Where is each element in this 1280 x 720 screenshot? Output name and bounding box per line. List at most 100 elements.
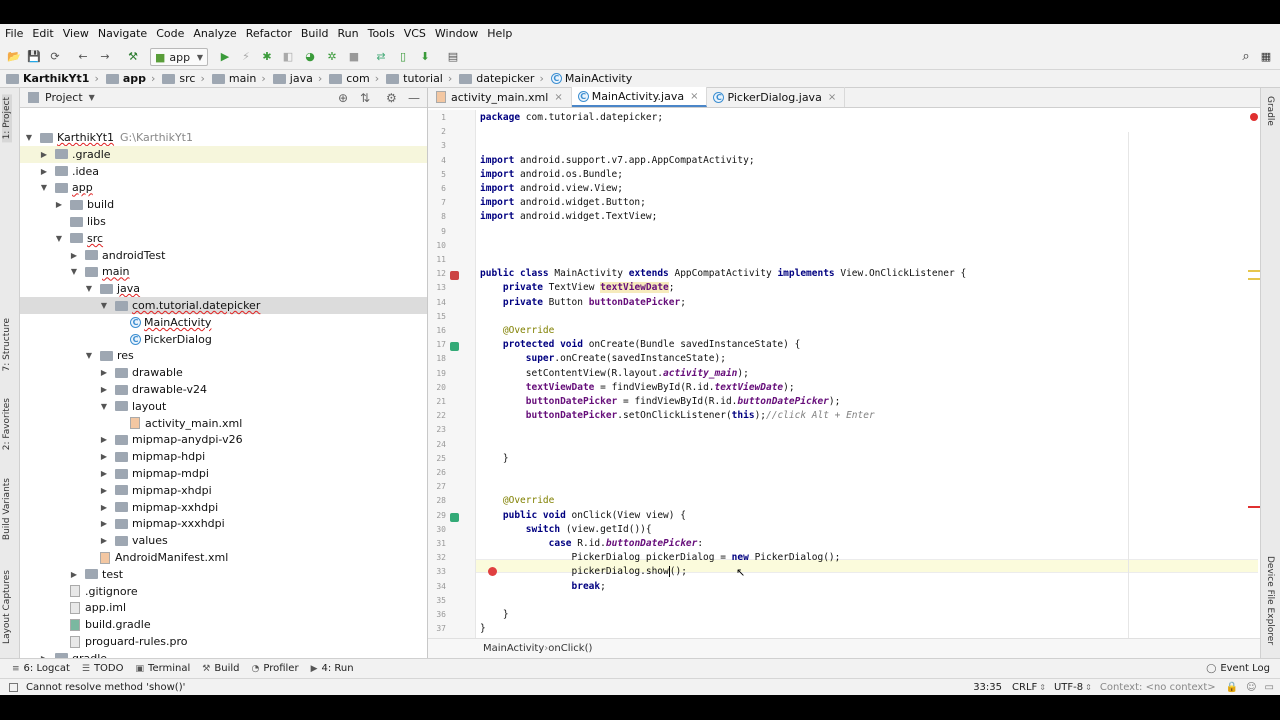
breadcrumb-item-mainactivity[interactable]: C MainActivity [550,72,636,85]
lock-icon[interactable]: 🔒 [1226,682,1238,693]
tree-item[interactable]: ▶ drawable-v24 [20,381,427,398]
code-area[interactable]: package com.tutorial.datepicker; import a… [476,110,1258,638]
menu-item-run[interactable]: Run [333,24,363,44]
menu-item-analyze[interactable]: Analyze [188,24,240,44]
chevron-down-icon[interactable]: ▼ [39,183,49,192]
breadcrumb-item-tutorial[interactable]: tutorial › [386,72,459,85]
breadcrumb-item-datepicker[interactable]: datepicker › [459,72,551,85]
tree-item[interactable]: .gitignore [20,583,427,600]
event-log-button[interactable]: ◯ Event Log [1206,663,1270,674]
tab-activity-main-xml[interactable]: activity_main.xml × [430,87,572,107]
menu-item-code[interactable]: Code [151,24,188,44]
breadcrumb-item-app[interactable]: app › [105,72,163,85]
gear-icon[interactable]: ⚙ [386,91,397,105]
tree-item[interactable]: build.gradle [20,616,427,633]
chevron-right-icon[interactable]: ▶ [69,570,79,579]
open-folder-icon[interactable]: 📂 [6,49,22,65]
avd-manager-icon[interactable]: ▯ [395,49,411,65]
tree-item[interactable]: ▶ mipmap-xhdpi [20,482,427,499]
override-marker-icon[interactable] [450,512,459,522]
run-config-select[interactable]: ■ app ▼ [150,48,208,66]
menu-item-vcs[interactable]: VCS [399,24,430,44]
file-encoding[interactable]: UTF-8 [1054,682,1083,693]
sdk-manager-icon[interactable]: ⬇ [417,49,433,65]
chevron-right-icon[interactable]: ▶ [99,536,109,545]
inspector-icon[interactable]: ☺ [1246,682,1256,693]
tree-item[interactable]: ▶ .idea [20,163,427,180]
tree-item[interactable]: ▼ app [20,179,427,196]
tool-tab-profiler[interactable]: ◔ Profiler [251,663,298,674]
tree-item[interactable]: ▶ values [20,532,427,549]
chevron-down-icon[interactable]: ▼ [84,351,94,360]
warning-stripe[interactable] [1248,270,1260,272]
tree-item[interactable]: ▶ mipmap-xxhdpi [20,499,427,516]
chevron-right-icon[interactable]: ▶ [54,200,64,209]
menu-item-window[interactable]: Window [430,24,482,44]
save-icon[interactable]: 💾 [26,49,42,65]
chevron-right-icon[interactable]: ▶ [99,503,109,512]
chevron-right-icon[interactable]: ▶ [99,452,109,461]
tool-tab-4-run[interactable]: ▶ 4: Run [311,663,354,674]
tab-pickerdialog-java[interactable]: C PickerDialog.java × [707,87,846,107]
chevron-down-icon[interactable]: ▼ [99,301,109,310]
close-icon[interactable]: × [828,92,836,103]
tab-build-variants[interactable]: Build Variants [2,478,12,540]
close-icon[interactable]: × [554,92,562,103]
tree-item[interactable]: libs [20,213,427,230]
make-project-icon[interactable]: ⚒ [125,49,141,65]
chevron-right-icon[interactable]: ▶ [69,251,79,260]
menu-item-tools[interactable]: Tools [363,24,399,44]
menu-item-help[interactable]: Help [482,24,516,44]
menu-item-edit[interactable]: Edit [27,24,57,44]
tree-item[interactable]: ▶ .gradle [20,145,427,163]
tree-item[interactable]: ▶ mipmap-anydpi-v26 [20,431,427,448]
line-separator[interactable]: CRLF [1012,682,1037,693]
tree-item[interactable]: ▼ layout [20,398,427,415]
chevron-right-icon[interactable]: ▶ [39,150,49,159]
code-breadcrumb-item[interactable]: MainActivity [483,643,544,654]
warning-stripe[interactable] [1248,278,1260,280]
override-marker-icon[interactable] [450,342,459,352]
breadcrumb-item-java[interactable]: java › [272,72,329,85]
hide-panel-icon[interactable]: — [408,91,420,105]
menu-item-refactor[interactable]: Refactor [241,24,296,44]
tree-item[interactable]: ▶ androidTest [20,247,427,264]
tree-item[interactable]: ▶ mipmap-hdpi [20,448,427,465]
tree-item[interactable]: app.iml [20,599,427,616]
tab-gradle[interactable]: Gradle [1265,96,1275,126]
error-stripe[interactable] [1248,506,1260,508]
tree-item[interactable]: AndroidManifest.xml [20,549,427,566]
more-icon[interactable]: ▦ [1258,49,1274,65]
tool-tab-todo[interactable]: ☰ TODO [82,663,124,674]
chevron-down-icon[interactable]: ▼ [99,402,109,411]
chevron-right-icon[interactable]: ▶ [99,469,109,478]
tab-structure[interactable]: 7: Structure [2,318,12,372]
notifications-icon[interactable]: ▭ [1265,682,1274,693]
sync-icon[interactable]: ⟳ [47,49,63,65]
menu-item-file[interactable]: File [0,24,27,44]
chevron-right-icon[interactable]: ▶ [99,519,109,528]
project-structure-icon[interactable]: ▤ [445,49,461,65]
stop-icon[interactable]: ■ [346,49,362,65]
project-view-selector[interactable]: Project [45,91,83,104]
chevron-right-icon[interactable]: ▶ [99,368,109,377]
tab-device-file-explorer[interactable]: Device File Explorer [1265,556,1275,645]
collapse-all-icon[interactable]: ⇅ [360,91,370,105]
caret-position[interactable]: 33:35 [973,682,1002,693]
back-icon[interactable]: ← [75,49,91,65]
menu-item-navigate[interactable]: Navigate [93,24,151,44]
chevron-down-icon[interactable]: ▼ [89,93,95,102]
profile-icon[interactable]: ◕ [302,49,318,65]
chevron-right-icon[interactable]: ▶ [99,385,109,394]
search-icon[interactable]: ⌕ [1238,49,1254,65]
locate-icon[interactable]: ⊕ [338,91,348,105]
chevron-right-icon[interactable]: ▶ [99,486,109,495]
tree-item[interactable]: ▶ mipmap-xxxhdpi [20,515,427,532]
class-marker-icon[interactable] [450,271,459,281]
tree-item[interactable]: ▼ java [20,280,427,297]
tree-item[interactable]: ▼ main [20,263,427,280]
breadcrumb-item-karthikyt1[interactable]: KarthikYt1 › [6,72,106,85]
tree-item[interactable]: ▶ build [20,196,427,213]
chevron-right-icon[interactable]: ▶ [99,435,109,444]
tree-item[interactable]: C MainActivity [20,314,427,331]
